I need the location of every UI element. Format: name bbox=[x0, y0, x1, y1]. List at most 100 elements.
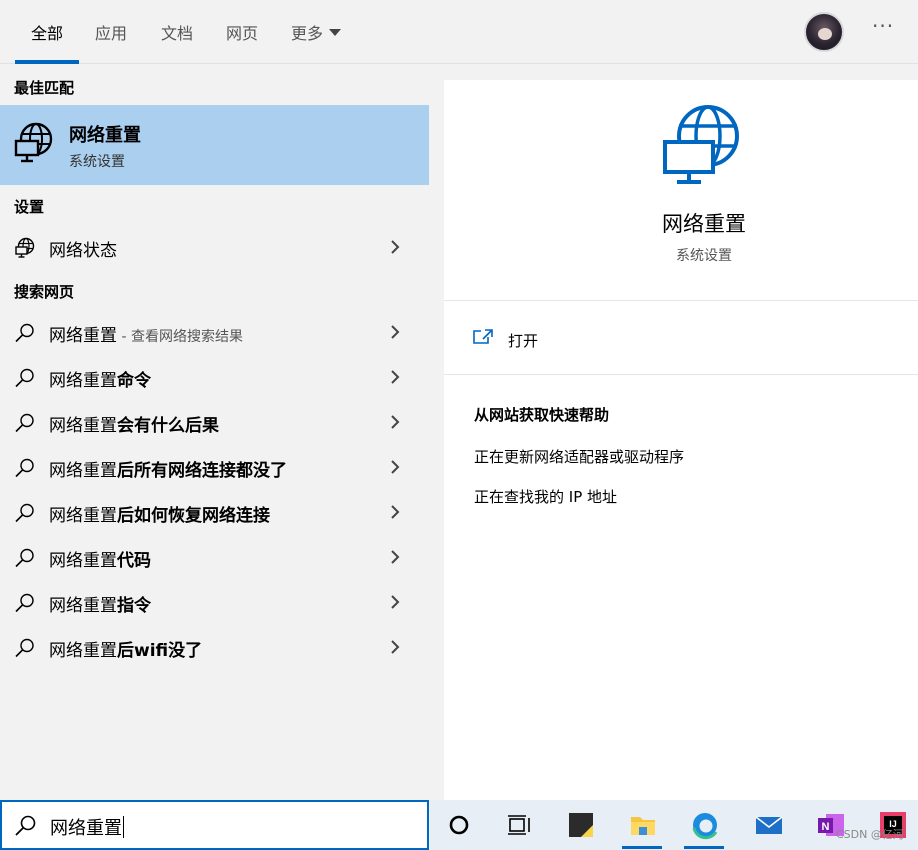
mail-icon[interactable] bbox=[754, 810, 784, 840]
suggestion-query: 网络重置 bbox=[49, 461, 117, 481]
results-pane: 最佳匹配 网络重置 系统设置 设置 网络状态 搜索网页 网络重置 - 查看网络搜… bbox=[0, 65, 430, 800]
avatar[interactable] bbox=[804, 12, 844, 52]
web-search-suggestion[interactable]: 网络重置会有什么后果 bbox=[0, 400, 429, 445]
web-search-suggestion[interactable]: 网络重置代码 bbox=[0, 535, 429, 580]
chevron-down-icon bbox=[329, 29, 342, 36]
divider bbox=[444, 300, 918, 301]
sticky-notes-icon[interactable] bbox=[566, 810, 596, 840]
search-box[interactable]: 网络重置 bbox=[0, 800, 429, 850]
suggestion-text: 网络重置指令 bbox=[49, 591, 151, 616]
tab-web-label: 网页 bbox=[226, 24, 259, 43]
suggestion-completion: 代码 bbox=[117, 551, 151, 571]
preview-subtitle: 系统设置 bbox=[676, 248, 732, 264]
tab-more-label: 更多 bbox=[291, 24, 324, 43]
suggestion-query: 网络重置 bbox=[49, 641, 117, 661]
suggestion-text: 网络重置后如何恢复网络连接 bbox=[49, 501, 270, 526]
tab-all-label: 全部 bbox=[31, 24, 64, 43]
best-match-subtitle: 系统设置 bbox=[69, 154, 125, 170]
suggestion-completion: 后wifi没了 bbox=[117, 641, 203, 661]
suggestion-text: 网络重置后wifi没了 bbox=[49, 636, 202, 661]
suggestion-query: 网络重置 bbox=[49, 326, 117, 346]
cortana-icon[interactable] bbox=[444, 810, 474, 840]
help-heading: 从网站获取快速帮助 bbox=[474, 406, 610, 424]
search-icon bbox=[15, 503, 34, 523]
chevron-right-icon bbox=[391, 595, 400, 609]
divider bbox=[444, 374, 918, 375]
search-input[interactable]: 网络重置 bbox=[50, 814, 124, 840]
chevron-right-icon bbox=[391, 460, 400, 474]
chevron-right-icon bbox=[391, 415, 400, 429]
web-search-suggestion[interactable]: 网络重置后如何恢复网络连接 bbox=[0, 490, 429, 535]
taskbar: N IJ bbox=[430, 800, 918, 850]
task-view-icon[interactable] bbox=[504, 810, 534, 840]
chevron-right-icon bbox=[391, 505, 400, 519]
tab-all[interactable]: 全部 bbox=[14, 20, 80, 64]
tab-documents-label: 文档 bbox=[161, 24, 194, 43]
tab-apps[interactable]: 应用 bbox=[95, 20, 127, 64]
suggestion-completion: 命令 bbox=[117, 371, 151, 391]
open-label: 打开 bbox=[508, 332, 539, 350]
more-options-icon[interactable]: ··· bbox=[872, 14, 894, 38]
settings-item-label: 网络状态 bbox=[49, 241, 117, 261]
best-match-heading: 最佳匹配 bbox=[14, 79, 75, 97]
web-search-suggestion[interactable]: 网络重置后wifi没了 bbox=[0, 625, 429, 670]
watermark: CSDN @亿河 bbox=[836, 828, 904, 841]
file-explorer-icon[interactable] bbox=[628, 810, 658, 840]
settings-item-network-status[interactable]: 网络状态 bbox=[0, 225, 429, 270]
settings-heading: 设置 bbox=[14, 198, 45, 216]
suggestion-completion: 会有什么后果 bbox=[117, 416, 219, 436]
chevron-right-icon bbox=[391, 370, 400, 384]
search-icon bbox=[15, 323, 34, 343]
help-link-update-adapter[interactable]: 正在更新网络适配器或驱动程序 bbox=[474, 446, 684, 467]
web-search-suggestion[interactable]: 网络重置命令 bbox=[0, 355, 429, 400]
onenote-letter: N bbox=[822, 821, 830, 833]
suggestion-completion: 后如何恢复网络连接 bbox=[117, 506, 270, 526]
suggestion-hint: - 查看网络搜索结果 bbox=[117, 329, 243, 345]
tab-documents[interactable]: 文档 bbox=[161, 20, 193, 64]
tab-web[interactable]: 网页 bbox=[226, 20, 258, 64]
suggestion-completion: 指令 bbox=[117, 596, 151, 616]
tab-more[interactable]: 更多 bbox=[291, 20, 342, 64]
search-icon bbox=[15, 638, 34, 658]
active-app-indicator bbox=[684, 846, 724, 849]
suggestion-text: 网络重置代码 bbox=[49, 546, 151, 571]
active-app-indicator bbox=[622, 846, 662, 849]
web-search-suggestion[interactable]: 网络重置后所有网络连接都没了 bbox=[0, 445, 429, 490]
text-cursor bbox=[123, 816, 124, 838]
network-globe-icon bbox=[15, 237, 35, 258]
suggestion-text: 网络重置 - 查看网络搜索结果 bbox=[49, 321, 243, 346]
search-icon bbox=[15, 458, 34, 478]
best-match-item[interactable]: 网络重置 系统设置 bbox=[0, 105, 429, 185]
suggestion-text: 网络重置后所有网络连接都没了 bbox=[49, 456, 287, 481]
edge-icon[interactable] bbox=[690, 810, 720, 840]
suggestion-query: 网络重置 bbox=[49, 596, 117, 616]
open-external-icon bbox=[473, 329, 493, 344]
suggestion-text: 网络重置会有什么后果 bbox=[49, 411, 219, 436]
search-input-value: 网络重置 bbox=[50, 818, 122, 839]
network-globe-icon bbox=[663, 105, 739, 184]
chevron-right-icon bbox=[391, 640, 400, 654]
suggestion-query: 网络重置 bbox=[49, 551, 117, 571]
chevron-right-icon bbox=[391, 550, 400, 564]
search-icon bbox=[15, 413, 34, 433]
suggestion-query: 网络重置 bbox=[49, 371, 117, 391]
web-search-suggestion[interactable]: 网络重置 - 查看网络搜索结果 bbox=[0, 310, 429, 355]
tab-apps-label: 应用 bbox=[95, 24, 128, 43]
preview-pane: 网络重置 系统设置 打开 从网站获取快速帮助 正在更新网络适配器或驱动程序 正在… bbox=[444, 80, 918, 800]
suggestion-completion: 后所有网络连接都没了 bbox=[117, 461, 287, 481]
search-tabs-bar: 全部 应用 文档 网页 更多 ··· bbox=[0, 0, 918, 64]
search-icon bbox=[15, 593, 34, 613]
chevron-right-icon bbox=[391, 325, 400, 339]
best-match-title: 网络重置 bbox=[69, 125, 141, 146]
search-web-heading: 搜索网页 bbox=[14, 283, 75, 301]
suggestion-query: 网络重置 bbox=[49, 506, 117, 526]
search-icon bbox=[15, 548, 34, 568]
search-icon bbox=[15, 368, 34, 388]
web-search-suggestion[interactable]: 网络重置指令 bbox=[0, 580, 429, 625]
help-link-find-ip[interactable]: 正在查找我的 IP 地址 bbox=[474, 486, 617, 507]
suggestion-query: 网络重置 bbox=[49, 416, 117, 436]
network-globe-icon bbox=[14, 122, 53, 163]
suggestion-text: 网络重置命令 bbox=[49, 366, 151, 391]
search-icon bbox=[15, 815, 36, 836]
chevron-right-icon bbox=[391, 240, 400, 254]
